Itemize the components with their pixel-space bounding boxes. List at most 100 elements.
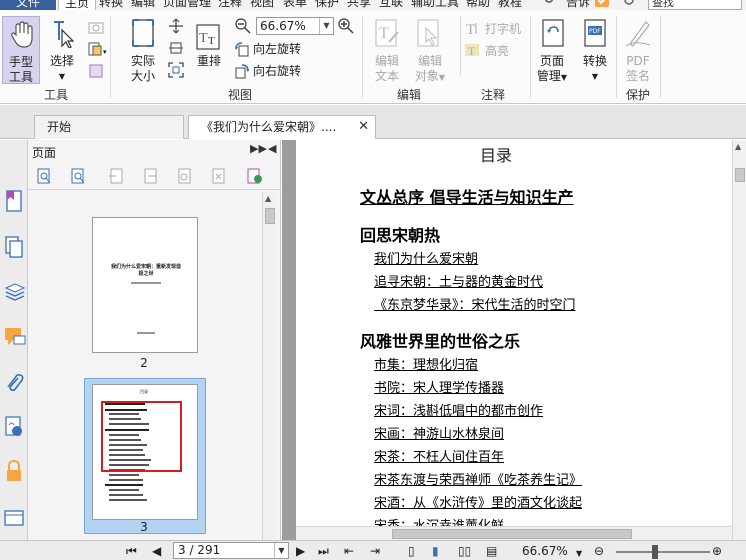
thumbnail-scroll-thumb[interactable] [265, 208, 275, 224]
page-thumbnail-2[interactable]: 我们为什么爱宋朝：重新发现造 极之世 [92, 217, 198, 353]
menu-view[interactable]: 视图 [250, 0, 274, 9]
previous-page-icon[interactable]: ◀ [152, 543, 161, 559]
menu-share[interactable]: 共享 [347, 0, 371, 9]
rotate-right-button[interactable]: 向右旋转 [253, 63, 301, 79]
edit-object-icon[interactable] [416, 18, 442, 51]
fit-page-icon[interactable] [168, 18, 184, 37]
highlight-icon[interactable]: T [464, 42, 480, 61]
hand-tool-button[interactable]: 手型 工具 [2, 16, 40, 84]
security-lock-icon[interactable] [4, 459, 24, 481]
edit-object-button[interactable]: 编辑 对象▼ [410, 54, 450, 85]
page-thumbnail-3[interactable]: 目录 [92, 384, 198, 520]
search-input[interactable]: 查找 [648, 0, 742, 10]
rotate-left-button[interactable]: 向左旋转 [253, 41, 301, 57]
edit-text-button[interactable]: 编辑 文本 [370, 54, 404, 84]
actual-size-icon[interactable] [130, 18, 156, 51]
typewriter-icon[interactable]: T [464, 20, 480, 39]
page-properties-icon[interactable] [246, 168, 262, 185]
page-thumbnails-icon[interactable] [4, 236, 24, 258]
zoom-slider-thumb[interactable] [652, 545, 658, 559]
pdf-sign-button[interactable]: PDF 签名 [620, 54, 656, 84]
toc-link[interactable]: 宋茶东渡与荣西禅师《吃茶养生记》 [374, 469, 582, 488]
rotate-left-icon[interactable] [234, 41, 250, 60]
delete-page-icon[interactable] [210, 168, 226, 185]
zoom-slider[interactable] [616, 545, 710, 559]
expand-panel-icon[interactable]: ▶▶ [250, 142, 267, 155]
menu-convert[interactable]: 转换 [99, 0, 123, 9]
document-horizontal-scrollbar[interactable] [296, 526, 732, 540]
collapse-panel-icon[interactable]: ◀ [268, 142, 276, 155]
reflow-button[interactable]: 重排 [192, 54, 226, 69]
page-dropdown-arrow[interactable]: ▼ [274, 543, 288, 558]
toc-link[interactable]: 追寻宋朝：土与器的黄金时代 [374, 271, 543, 290]
doc-scroll-up-icon[interactable]: ▲ [735, 142, 741, 151]
zoom-dropdown-arrow[interactable]: ▼ [319, 18, 333, 34]
next-page-icon[interactable]: ▶ [296, 543, 305, 559]
single-page-icon[interactable]: ▯ [408, 543, 415, 559]
select-button[interactable]: 选择 ▼ [46, 54, 78, 84]
toc-link[interactable]: 市集：理想化归宿 [374, 354, 478, 373]
menu-protect[interactable]: 保护 [315, 0, 339, 9]
thumbnail-scrollbar[interactable]: ▲ [262, 192, 276, 560]
typewriter-button[interactable]: 打字机 [485, 21, 521, 37]
content-panel-icon[interactable] [4, 510, 24, 530]
pdf-sign-icon[interactable] [624, 18, 652, 51]
scroll-up-arrow-icon[interactable]: ▲ [265, 194, 271, 203]
page-management-button[interactable]: 页面 管理▼ [534, 54, 570, 85]
toc-link[interactable]: 我们为什么爱宋朝 [374, 248, 478, 267]
bookmarks-icon[interactable] [4, 190, 24, 212]
continuous-facing-icon[interactable]: ▤ [486, 543, 497, 559]
menu-page-management[interactable]: 页面管理 [163, 0, 211, 9]
zoom-in-thumbnail-icon[interactable] [36, 168, 52, 185]
previous-view-icon[interactable]: ⇤ [344, 543, 354, 559]
visible-area-indicator[interactable] [101, 401, 182, 472]
tab-start[interactable]: 开始 [34, 115, 184, 139]
next-view-icon[interactable]: ⇥ [370, 543, 380, 559]
replace-page-icon[interactable] [176, 168, 192, 185]
document-scroll-thumb[interactable] [735, 168, 745, 182]
convert-icon[interactable]: PDF [582, 18, 608, 51]
extract-page-icon[interactable] [142, 168, 158, 185]
highlight-button[interactable]: 高亮 [485, 43, 509, 59]
zoom-out-icon[interactable] [235, 18, 251, 37]
menu-annotate[interactable]: 注释 [218, 0, 242, 9]
document-vertical-scrollbar[interactable]: ▲ [732, 140, 746, 540]
actual-size-button[interactable]: 实际 大小 [124, 54, 162, 84]
reflow-icon[interactable]: TT [196, 24, 220, 53]
convert-button[interactable]: 转换 ▼ [578, 54, 612, 84]
zoom-out-circle-icon[interactable]: ⊖ [594, 543, 604, 559]
menu-help[interactable]: 帮助 [466, 0, 490, 9]
page-management-icon[interactable] [540, 18, 566, 51]
zoom-in-circle-icon[interactable]: ⊕ [712, 543, 722, 559]
select-cursor-icon[interactable] [50, 20, 75, 51]
clipboard-icon[interactable]: ▾ [88, 42, 108, 59]
toc-link[interactable]: 宋画：神游山水林泉间 [374, 423, 504, 442]
attachments-icon[interactable] [4, 372, 24, 392]
zoom-out-thumbnail-icon[interactable] [70, 168, 86, 185]
comments-icon[interactable] [4, 326, 26, 346]
signatures-icon[interactable] [4, 416, 24, 436]
edit-text-icon[interactable]: T [374, 18, 400, 51]
menu-form[interactable]: 表单 [283, 0, 307, 9]
toc-link[interactable]: 宋词：浅斟低唱中的都市创作 [374, 400, 543, 419]
snapshot-icon[interactable] [88, 20, 104, 37]
menu-tell-me[interactable]: 告诉 [566, 0, 590, 9]
toc-link[interactable]: 宋酒：从《水浒传》里的酒文化谈起 [374, 492, 582, 511]
continuous-page-icon[interactable]: ▮ [432, 543, 439, 559]
rotate-right-icon[interactable] [234, 63, 250, 82]
fit-width-icon[interactable] [168, 40, 184, 59]
toc-link[interactable]: 宋茶：不枉人间住百年 [374, 446, 504, 465]
menu-file[interactable]: 文件 [0, 0, 56, 10]
page-fit-icon[interactable] [88, 64, 104, 81]
menu-connect[interactable]: 互联 [379, 0, 403, 9]
last-page-icon[interactable]: ⏭ [318, 543, 329, 559]
facing-pages-icon[interactable]: ▯▯ [458, 543, 471, 559]
toc-link[interactable]: 书院：宋人理学传播器 [374, 377, 504, 396]
zoom-in-icon[interactable] [338, 18, 354, 37]
tab-document[interactable]: 《我们为什么爱宋朝》.... ✕ [188, 115, 376, 139]
first-page-icon[interactable]: ⏮ [126, 543, 137, 559]
zoom-menu-arrow-icon[interactable]: ▼ [576, 546, 582, 560]
horizontal-scroll-thumb[interactable] [392, 529, 632, 539]
toc-link[interactable]: 《东京梦华录》：宋代生活的时空门 [374, 294, 576, 313]
menu-accessibility[interactable]: 辅助工具 [411, 0, 459, 9]
